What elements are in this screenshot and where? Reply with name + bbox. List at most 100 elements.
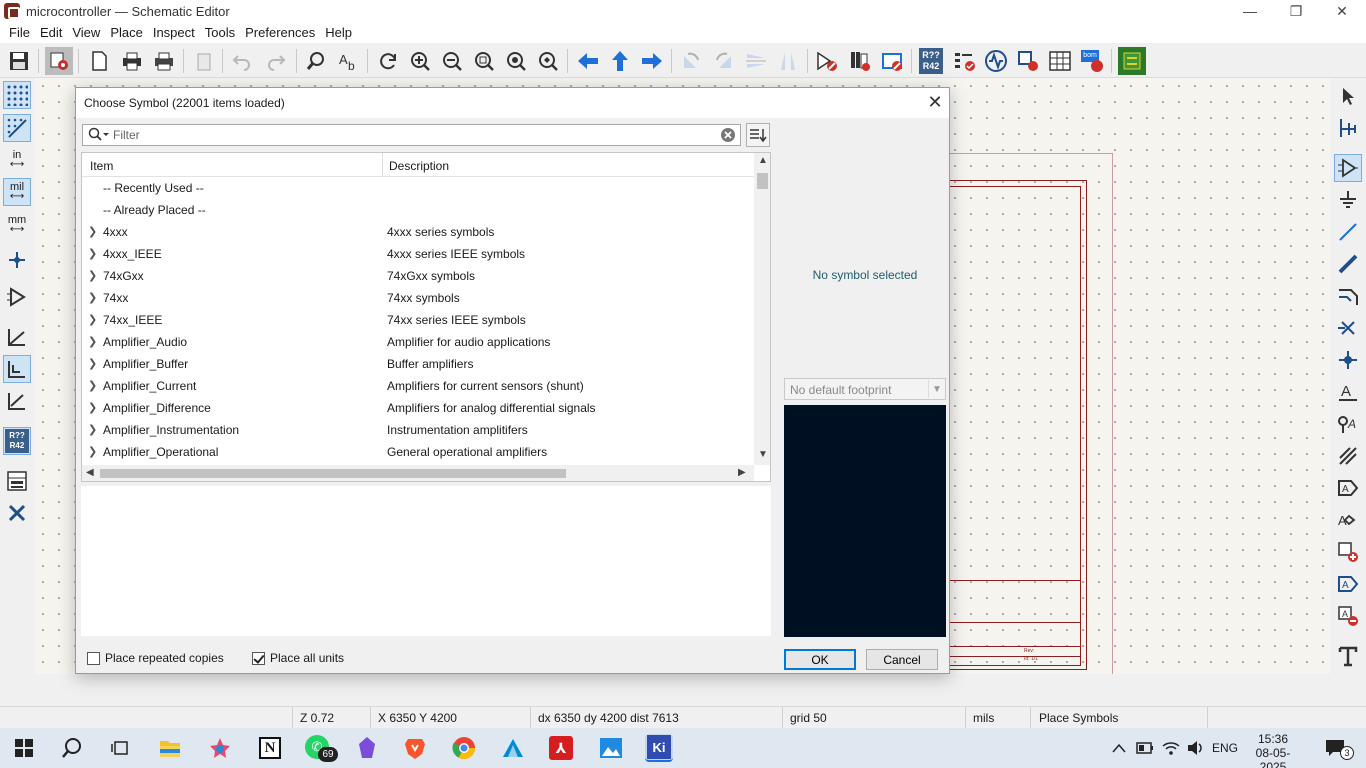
wire-angle-free-icon[interactable] [3, 323, 31, 351]
footprint-assign-icon[interactable] [878, 47, 906, 75]
add-label-icon[interactable]: A [1334, 378, 1362, 406]
navigate-back-icon[interactable] [574, 47, 602, 75]
page-settings-icon[interactable] [85, 47, 113, 75]
scroll-up-icon[interactable]: ▲ [758, 155, 768, 166]
zoom-out-icon[interactable] [438, 47, 466, 75]
show-hidden-icons-chevron-up-icon[interactable] [1108, 734, 1130, 762]
column-header-description[interactable]: Description [389, 159, 449, 173]
list-item[interactable]: ❯ 74xx_IEEE 74xx series IEEE symbols [82, 309, 754, 331]
filter-input[interactable] [113, 127, 713, 143]
units-mils-button[interactable]: mil ⟷ [3, 178, 31, 206]
zoom-objects-icon[interactable] [502, 47, 530, 75]
hierarchy-navigator-icon[interactable] [3, 467, 31, 495]
clear-filter-icon[interactable] [720, 127, 736, 146]
rotate-ccw-icon[interactable] [677, 47, 705, 75]
sort-options-icon[interactable] [746, 123, 770, 147]
annotate-icon[interactable]: R?? R42 [917, 47, 945, 75]
annotate-toggle-icon[interactable]: R?? R42 [3, 427, 31, 455]
add-power-icon[interactable] [1334, 186, 1362, 214]
search-icon[interactable] [58, 734, 86, 762]
dialog-close-icon[interactable]: ✕ [926, 92, 944, 112]
add-net-class-directive-icon[interactable]: A [1334, 410, 1362, 438]
wire-angle-90-icon[interactable] [3, 355, 31, 383]
menu-file[interactable]: File [4, 25, 35, 40]
symbol-library-tree[interactable]: Item Description -- Recently Used -- -- … [81, 152, 771, 482]
brave-browser-icon[interactable] [401, 734, 429, 762]
symbol-library-icon[interactable] [846, 47, 874, 75]
list-item[interactable]: ❯ 4xxx 4xxx series symbols [82, 221, 754, 243]
add-bus-icon[interactable] [1334, 250, 1362, 278]
add-symbol-icon[interactable] [1334, 154, 1362, 182]
list-item[interactable]: ❯ 4xxx_IEEE 4xxx series IEEE symbols [82, 243, 754, 265]
mirror-vertical-icon[interactable] [742, 47, 770, 75]
column-header-item[interactable]: Item [90, 159, 113, 173]
plot-icon[interactable] [150, 47, 178, 75]
list-item[interactable]: ❯ 74xGxx 74xGxx symbols [82, 265, 754, 287]
hidden-pins-icon[interactable] [3, 283, 31, 311]
task-view-icon[interactable] [106, 734, 134, 762]
notion-icon[interactable]: N [256, 734, 284, 762]
list-item[interactable]: ❯ 74xx 74xx symbols [82, 287, 754, 309]
horizontal-scroll-thumb[interactable] [100, 469, 566, 478]
print-icon[interactable] [118, 47, 146, 75]
menu-tools[interactable]: Tools [200, 25, 240, 40]
find-replace-icon[interactable]: Ab [334, 47, 362, 75]
zoom-selection-icon[interactable] [534, 47, 562, 75]
add-global-label-icon[interactable] [1334, 442, 1362, 470]
erc-icon[interactable] [950, 47, 978, 75]
minimize-button[interactable]: — [1227, 0, 1273, 22]
paste-icon[interactable] [190, 47, 218, 75]
cancel-button[interactable]: Cancel [866, 649, 938, 670]
list-item[interactable]: ❯ Amplifier_Instrumentation Instrumentatio… [82, 419, 754, 441]
add-hierarchical-pin-icon[interactable]: A [1334, 506, 1362, 534]
save-icon[interactable] [5, 47, 33, 75]
vertical-scrollbar[interactable]: ▲ ▼ [754, 153, 770, 465]
rotate-cw-icon[interactable] [710, 47, 738, 75]
cursor-crosshair-icon[interactable] [3, 246, 31, 274]
azure-icon[interactable] [499, 734, 527, 762]
zoom-fit-icon[interactable] [470, 47, 498, 75]
kicad-taskbar-icon[interactable]: Ki [645, 734, 673, 762]
ok-button[interactable]: OK [784, 649, 856, 670]
add-wire-icon[interactable] [1334, 218, 1362, 246]
chrome-icon[interactable] [450, 734, 478, 762]
schematic-setup-icon[interactable] [45, 47, 73, 75]
add-bus-entry-icon[interactable] [1334, 282, 1362, 310]
list-item[interactable]: ❯ Amplifier_Operational General operationa… [82, 441, 754, 463]
properties-tools-icon[interactable] [3, 499, 31, 527]
grid-toggle-icon[interactable] [3, 81, 31, 109]
undo-icon[interactable] [228, 47, 256, 75]
vertical-scroll-thumb[interactable] [757, 173, 768, 189]
menu-place[interactable]: Place [105, 25, 148, 40]
clock[interactable]: 15:36 08-05-2025 [1248, 732, 1298, 768]
whatsapp-icon[interactable]: ✆ 69 [304, 734, 338, 762]
list-item[interactable]: -- Already Placed -- [82, 199, 754, 221]
redo-icon[interactable] [262, 47, 290, 75]
menu-help[interactable]: Help [320, 25, 357, 40]
units-inches-button[interactable]: in ⟷ [3, 146, 31, 174]
search-icon[interactable] [88, 127, 110, 146]
obsidian-icon[interactable] [353, 734, 381, 762]
list-item[interactable]: ❯ Amplifier_Buffer Buffer amplifiers [82, 353, 754, 375]
zoom-in-icon[interactable] [406, 47, 434, 75]
close-window-button[interactable]: ✕ [1319, 0, 1365, 22]
wire-angle-45-icon[interactable] [3, 387, 31, 415]
scroll-left-icon[interactable]: ◀ [86, 467, 94, 478]
photos-icon[interactable] [597, 734, 625, 762]
navigate-forward-icon[interactable] [638, 47, 666, 75]
menu-edit[interactable]: Edit [35, 25, 67, 40]
simulator-icon[interactable] [982, 47, 1010, 75]
menu-inspect[interactable]: Inspect [148, 25, 200, 40]
app-star-icon[interactable] [206, 734, 234, 762]
list-item[interactable]: ❯ Amplifier_Current Amplifiers for current… [82, 375, 754, 397]
highlight-net-icon[interactable] [1334, 114, 1362, 142]
place-all-units-checkbox[interactable]: Place all units [252, 651, 344, 665]
language-indicator[interactable]: ENG [1212, 741, 1238, 755]
fields-table-icon[interactable] [1046, 47, 1074, 75]
assign-footprints-icon[interactable] [1014, 47, 1042, 75]
horizontal-scrollbar[interactable]: ◀ ▶ [82, 465, 754, 481]
notification-center-icon[interactable]: 3 [1318, 734, 1358, 762]
select-arrow-icon[interactable] [1334, 82, 1362, 110]
battery-icon[interactable] [1134, 734, 1156, 762]
add-junction-icon[interactable] [1334, 346, 1362, 374]
